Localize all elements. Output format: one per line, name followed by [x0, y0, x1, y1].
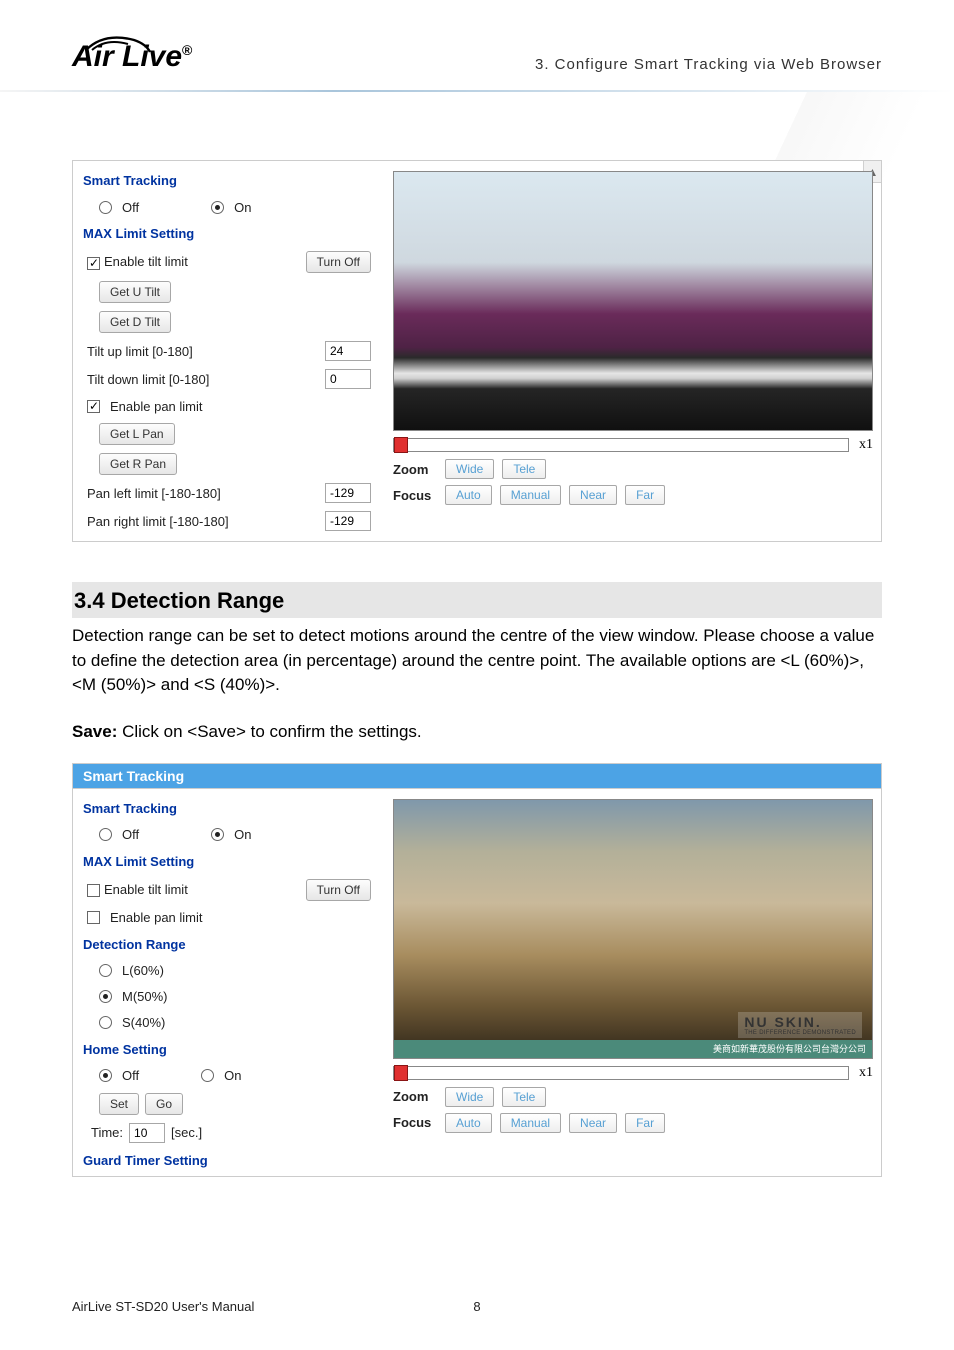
radio-home-off[interactable]	[99, 1069, 112, 1082]
focus-label-2: Focus	[393, 1115, 437, 1130]
label-enable-pan-2: Enable pan limit	[110, 910, 203, 925]
zoom-level-2: x1	[859, 1065, 873, 1081]
tilt-down-input[interactable]	[325, 369, 371, 389]
turn-off-button-2[interactable]: Turn Off	[306, 879, 371, 901]
turn-off-button[interactable]: Turn Off	[306, 251, 371, 273]
go-button[interactable]: Go	[145, 1093, 183, 1115]
checkbox-enable-tilt[interactable]	[87, 257, 100, 270]
zoom-label: Zoom	[393, 462, 437, 477]
set-button[interactable]: Set	[99, 1093, 139, 1115]
label-m50: M(50%)	[122, 989, 168, 1004]
section-title: 3.4 Detection Range	[72, 582, 882, 618]
nuskin-logo: NU SKIN. THE DIFFERENCE DEMONSTRATED	[738, 1012, 862, 1038]
label-off-2: Off	[122, 827, 139, 842]
pan-left-input[interactable]	[325, 483, 371, 503]
video-caption-band: 美商如新華茂股份有限公司台灣分公司	[394, 1040, 872, 1058]
video-preview-2: NU SKIN. THE DIFFERENCE DEMONSTRATED 美商如…	[393, 799, 873, 1059]
time-unit: [sec.]	[171, 1125, 202, 1140]
focus-auto-button[interactable]: Auto	[445, 485, 492, 505]
settings-panel-2: Smart Tracking Off On MAX Limit Setting …	[72, 788, 882, 1177]
checkbox-enable-tilt-2[interactable]	[87, 884, 100, 897]
time-label: Time:	[91, 1125, 123, 1140]
zoom-tele-button[interactable]: Tele	[502, 459, 546, 479]
focus-far-button-2[interactable]: Far	[625, 1113, 665, 1133]
guard-timer-header: Guard Timer Setting	[73, 1147, 389, 1170]
settings-panel-1: ▲ Smart Tracking Off On MAX Limit Settin…	[72, 160, 882, 542]
zoom-slider[interactable]: x1	[393, 437, 873, 453]
radio-m50[interactable]	[99, 990, 112, 1003]
focus-manual-button[interactable]: Manual	[500, 485, 561, 505]
save-line: Save: Click on <Save> to confirm the set…	[72, 720, 882, 745]
get-r-pan-button[interactable]: Get R Pan	[99, 453, 177, 475]
time-input[interactable]	[129, 1123, 165, 1143]
pan-right-input[interactable]	[325, 511, 371, 531]
get-d-tilt-button[interactable]: Get D Tilt	[99, 311, 171, 333]
zoom-wide-button-2[interactable]: Wide	[445, 1087, 494, 1107]
home-setting-header: Home Setting	[73, 1036, 389, 1063]
zoom-level: x1	[859, 437, 873, 453]
max-limit-header: MAX Limit Setting	[73, 220, 389, 247]
zoom-label-2: Zoom	[393, 1089, 437, 1104]
zoom-thumb-2[interactable]	[394, 1065, 408, 1081]
radio-on-2[interactable]	[211, 828, 224, 841]
radio-home-on[interactable]	[201, 1069, 214, 1082]
footer-page-number: 8	[473, 1299, 480, 1314]
header-chapter: 3. Configure Smart Tracking via Web Brow…	[535, 56, 882, 73]
radio-off-2[interactable]	[99, 828, 112, 841]
label-off: Off	[122, 200, 139, 215]
focus-manual-button-2[interactable]: Manual	[500, 1113, 561, 1133]
label-enable-pan: Enable pan limit	[110, 399, 203, 414]
save-text: Click on <Save> to confirm the settings.	[117, 722, 421, 741]
save-label: Save:	[72, 722, 117, 741]
label-enable-tilt: Enable tilt limit	[104, 254, 188, 269]
zoom-tele-button-2[interactable]: Tele	[502, 1087, 546, 1107]
focus-near-button-2[interactable]: Near	[569, 1113, 617, 1133]
radio-l60[interactable]	[99, 964, 112, 977]
tab-smart-tracking[interactable]: Smart Tracking	[72, 763, 882, 788]
label-on: On	[234, 200, 251, 215]
label-l60: L(60%)	[122, 963, 164, 978]
focus-label: Focus	[393, 488, 437, 503]
focus-far-button[interactable]: Far	[625, 485, 665, 505]
footer-manual: AirLive ST-SD20 User's Manual	[72, 1299, 254, 1314]
checkbox-enable-pan-2[interactable]	[87, 911, 100, 924]
max-limit-header-2: MAX Limit Setting	[73, 848, 389, 875]
zoom-slider-2[interactable]: x1	[393, 1065, 873, 1081]
radio-on[interactable]	[211, 201, 224, 214]
focus-auto-button-2[interactable]: Auto	[445, 1113, 492, 1133]
label-on-2: On	[234, 827, 251, 842]
focus-near-button[interactable]: Near	[569, 485, 617, 505]
tilt-up-input[interactable]	[325, 341, 371, 361]
page-header: Air Live® 3. Configure Smart Tracking vi…	[0, 0, 954, 120]
smart-tracking-header: Smart Tracking	[73, 167, 389, 194]
label-home-on: On	[224, 1068, 241, 1083]
radio-off[interactable]	[99, 201, 112, 214]
label-home-off: Off	[122, 1068, 139, 1083]
radio-s40[interactable]	[99, 1016, 112, 1029]
pan-left-label: Pan left limit [-180-180]	[87, 486, 221, 501]
get-l-pan-button[interactable]: Get L Pan	[99, 423, 175, 445]
detection-range-header: Detection Range	[73, 931, 389, 958]
zoom-thumb[interactable]	[394, 437, 408, 453]
pan-right-label: Pan right limit [-180-180]	[87, 514, 229, 529]
label-s40: S(40%)	[122, 1015, 165, 1030]
get-u-tilt-button[interactable]: Get U Tilt	[99, 281, 171, 303]
label-enable-tilt-2: Enable tilt limit	[104, 882, 188, 897]
zoom-wide-button[interactable]: Wide	[445, 459, 494, 479]
video-preview	[393, 171, 873, 431]
page-footer: AirLive ST-SD20 User's Manual 8	[72, 1299, 882, 1314]
section-paragraph: Detection range can be set to detect mot…	[72, 624, 882, 698]
checkbox-enable-pan[interactable]	[87, 400, 100, 413]
tilt-down-label: Tilt down limit [0-180]	[87, 372, 209, 387]
tilt-up-label: Tilt up limit [0-180]	[87, 344, 193, 359]
smart-tracking-header-2: Smart Tracking	[73, 795, 389, 822]
logo-text: Air Live®	[72, 40, 192, 74]
